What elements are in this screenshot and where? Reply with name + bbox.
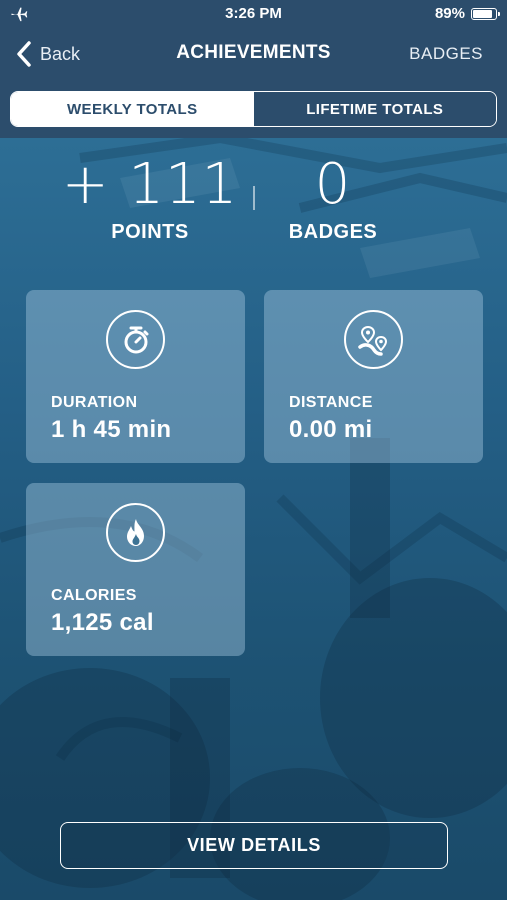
duration-value: 1 h 45 min — [51, 416, 172, 443]
tab-weekly-totals[interactable]: WEEKLY TOTALS — [11, 92, 254, 126]
duration-icon-circle — [106, 310, 165, 369]
calories-icon-circle — [106, 503, 165, 562]
battery-icon — [471, 8, 500, 20]
badges-value: 0 — [314, 152, 352, 217]
tab-lifetime-totals[interactable]: LIFETIME TOTALS — [253, 92, 496, 126]
points-stat: + 111 POINTS — [60, 152, 240, 244]
badges-stat: 0 BADGES — [273, 152, 393, 244]
route-pin-icon — [357, 325, 387, 356]
segmented-control: WEEKLY TOTALS LIFETIME TOTALS — [10, 91, 497, 127]
stat-divider — [253, 186, 255, 210]
calories-card[interactable]: CALORIES 1,125 cal — [26, 483, 245, 656]
view-details-button[interactable]: VIEW DETAILS — [60, 822, 448, 869]
status-bar: 3:26 PM 89% — [0, 0, 507, 28]
battery-percent: 89% — [434, 5, 465, 22]
points-value: + 111 — [61, 152, 239, 217]
badges-label: BADGES — [288, 221, 378, 243]
flame-icon — [126, 518, 144, 546]
duration-label: DURATION — [51, 394, 138, 411]
distance-label: DISTANCE — [289, 394, 373, 411]
distance-card[interactable]: DISTANCE 0.00 mi — [264, 290, 483, 463]
nav-bar: Back ACHIEVEMENTS BADGES — [0, 28, 507, 82]
distance-icon-circle — [344, 310, 403, 369]
calories-label: CALORIES — [51, 587, 137, 604]
badges-nav-button[interactable]: BADGES — [409, 44, 483, 64]
achievements-content: + 111 POINTS 0 BADGES DURATION 1 h 45 mi… — [0, 138, 507, 900]
calories-value: 1,125 cal — [51, 609, 154, 636]
points-label: POINTS — [111, 221, 189, 243]
status-time: 3:26 PM — [225, 5, 282, 22]
duration-card[interactable]: DURATION 1 h 45 min — [26, 290, 245, 463]
stopwatch-icon — [124, 326, 148, 353]
tab-bar: WEEKLY TOTALS LIFETIME TOTALS — [0, 82, 507, 138]
distance-value: 0.00 mi — [289, 416, 373, 443]
